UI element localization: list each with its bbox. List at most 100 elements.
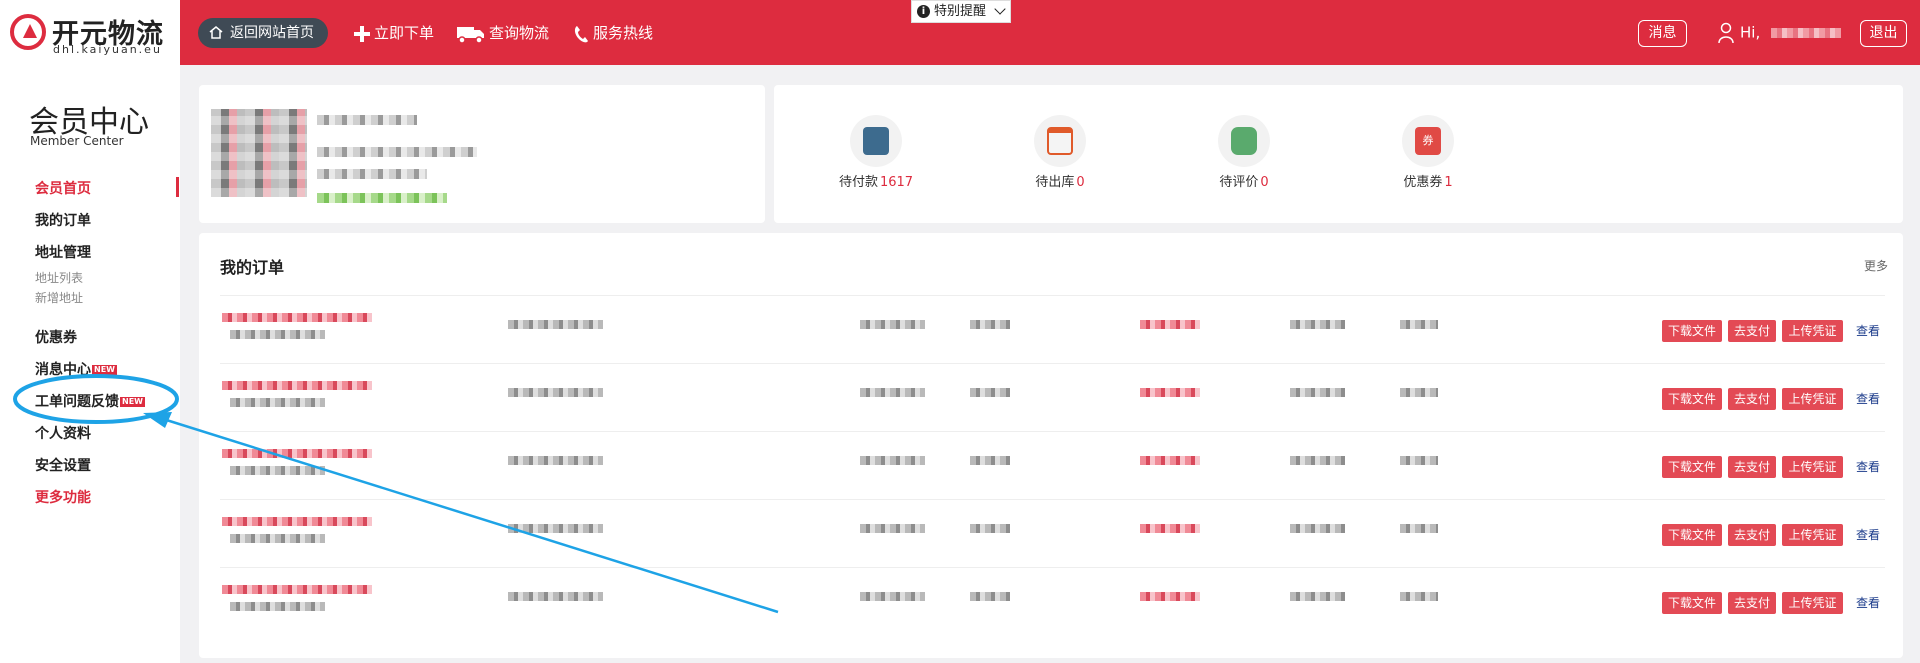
redacted-cell [508,388,603,397]
home-icon [209,26,223,39]
username-redacted [1771,28,1841,38]
redacted-text [317,193,447,203]
upload-proof-button[interactable]: 上传凭证 [1782,388,1843,410]
download-file-button[interactable]: 下载文件 [1662,456,1722,478]
redacted-cell [1400,592,1438,601]
redacted-cell [222,313,372,322]
download-file-button[interactable]: 下载文件 [1662,592,1722,614]
order-row: 下载文件 去支付 上传凭证 查看 [220,363,1885,431]
redacted-cell [222,585,372,594]
redacted-text [317,169,427,179]
order-row: 下载文件 去支付 上传凭证 查看 [220,567,1885,635]
coupon-icon: 券 [1402,115,1454,167]
sidebar-item-add-address[interactable]: 新增地址 [35,289,83,306]
logout-button[interactable]: 退出 [1860,20,1907,47]
sidebar-item-ticket-feedback[interactable]: 工单问题反馈 NEW [35,391,145,411]
pay-button[interactable]: 去支付 [1728,456,1776,478]
back-home-button[interactable]: 返回网站首页 [198,18,328,48]
redacted-cell [860,456,925,465]
redacted-cell [860,320,925,329]
pay-button[interactable]: 去支付 [1728,524,1776,546]
redacted-cell [222,381,372,390]
redacted-cell [1400,320,1438,329]
sidebar-item-my-orders[interactable]: 我的订单 [35,210,91,230]
upload-proof-button[interactable]: 上传凭证 [1782,524,1843,546]
stat-label: 待付款 [838,175,878,190]
greeting-text: Hi, [1740,23,1761,42]
view-link[interactable]: 查看 [1856,322,1880,339]
nav-track-logistics-label: 查询物流 [489,24,550,42]
redacted-cell [508,456,603,465]
nav-service-hotline-label: 服务热线 [593,24,654,42]
redacted-cell [970,524,1010,533]
nav-place-order-label: 立即下单 [374,24,435,42]
upload-proof-button[interactable]: 上传凭证 [1782,592,1843,614]
stat-pending-payment[interactable]: 待付款 1617 [816,115,936,190]
redacted-cell [1400,524,1438,533]
redacted-cell [230,330,325,339]
back-home-label: 返回网站首页 [230,25,314,41]
phone-icon [574,25,588,42]
info-icon: i [917,5,930,18]
redacted-cell [230,398,325,407]
my-orders-panel: 我的订单 更多 下载文件 去支付 上传凭证 查看 下载文件 去支付 上传凭证 查看 下载文件 去支… [199,233,1903,658]
pay-button[interactable]: 去支付 [1728,388,1776,410]
sidebar-item-security-settings[interactable]: 安全设置 [35,455,91,475]
plus-icon [354,25,370,42]
download-file-button[interactable]: 下载文件 [1662,524,1722,546]
stat-pending-outbound[interactable]: 待出库 0 [1000,115,1120,190]
order-stats-card: 待付款 1617 待出库 0 待评价 0 券 优惠券 1 [774,85,1903,223]
stat-pending-review[interactable]: 待评价 0 [1184,115,1304,190]
nav-track-logistics[interactable]: 查询物流 [456,22,549,44]
view-link[interactable]: 查看 [1856,458,1880,475]
pay-button[interactable]: 去支付 [1728,320,1776,342]
sidebar-item-address-list[interactable]: 地址列表 [35,269,83,286]
logo[interactable]: 开元物流 dhl.kaiyuan.eu [0,0,180,65]
view-link[interactable]: 查看 [1856,390,1880,407]
stat-count: 1617 [879,175,914,190]
redacted-cell [1140,456,1200,465]
redacted-cell [230,466,325,475]
redacted-cell [1290,592,1345,601]
special-notice-dropdown[interactable]: i 特别提醒 [911,0,1011,23]
member-sidebar: 会员中心 Member Center 会员首页 我的订单 地址管理 地址列表 新… [0,65,180,663]
sidebar-item-profile[interactable]: 个人资料 [35,423,91,443]
sidebar-item-message-center[interactable]: 消息中心 NEW [35,359,117,379]
pay-button[interactable]: 去支付 [1728,592,1776,614]
redacted-cell [1290,388,1345,397]
order-row: 下载文件 去支付 上传凭证 查看 [220,499,1885,567]
redacted-cell [970,388,1010,397]
sidebar-item-more-features[interactable]: 更多功能 [35,487,91,507]
download-file-button[interactable]: 下载文件 [1662,388,1722,410]
sidebar-item-address-management[interactable]: 地址管理 [35,242,91,262]
messages-button[interactable]: 消息 [1638,20,1687,47]
redacted-cell [222,449,372,458]
nav-service-hotline[interactable]: 服务热线 [572,22,653,44]
logo-mark-icon [10,14,46,50]
card-icon [850,115,902,167]
view-link[interactable]: 查看 [1856,594,1880,611]
chevron-down-icon [994,3,1006,15]
redacted-cell [1140,320,1200,329]
redacted-cell [222,517,372,526]
redacted-cell [1290,456,1345,465]
sidebar-item-member-home[interactable]: 会员首页 [35,178,91,198]
stat-count: 0 [1076,175,1085,190]
redacted-cell [1400,456,1438,465]
stat-coupons[interactable]: 券 优惠券 1 [1368,115,1488,190]
upload-proof-button[interactable]: 上传凭证 [1782,456,1843,478]
redacted-text [317,115,417,125]
download-file-button[interactable]: 下载文件 [1662,320,1722,342]
orders-more-link[interactable]: 更多 [1864,257,1888,274]
user-icon [1718,22,1734,44]
sidebar-item-coupons[interactable]: 优惠券 [35,327,77,347]
upload-proof-button[interactable]: 上传凭证 [1782,320,1843,342]
order-row: 下载文件 去支付 上传凭证 查看 [220,431,1885,499]
new-badge: NEW [120,397,145,407]
view-link[interactable]: 查看 [1856,526,1880,543]
nav-place-order[interactable]: 立即下单 [353,22,434,43]
truck-icon [457,26,484,44]
user-greeting[interactable]: Hi, [1718,22,1841,44]
coupon-icon-text: 券 [1415,127,1441,155]
redacted-cell [1140,388,1200,397]
